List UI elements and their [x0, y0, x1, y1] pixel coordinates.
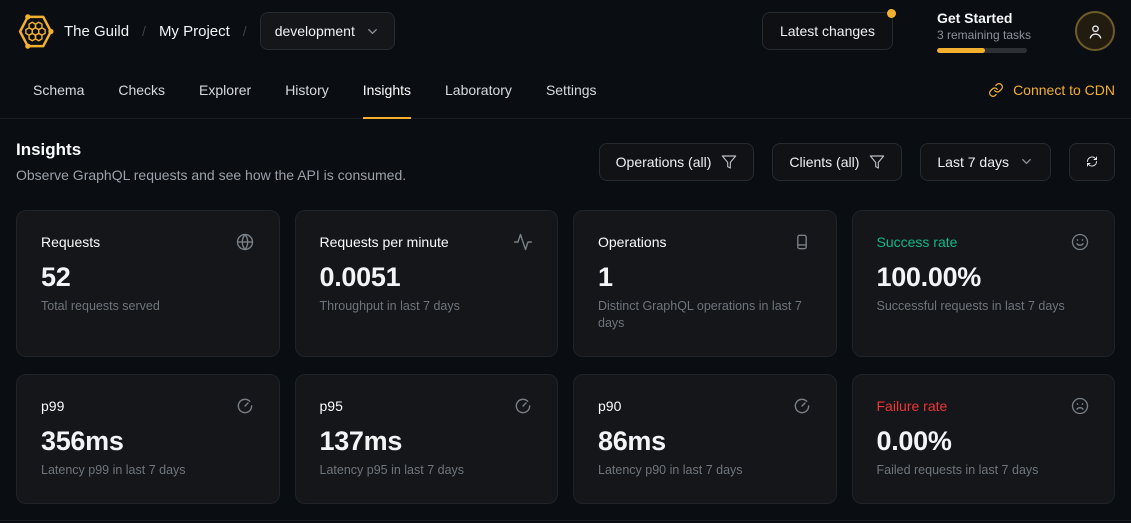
tab-insights[interactable]: Insights — [363, 62, 411, 119]
stat-card: Operations 1 Distinct GraphQL operations… — [573, 210, 837, 357]
chevron-down-icon — [1019, 154, 1034, 169]
stat-card-title: p95 — [320, 398, 343, 414]
app-header: The Guild / My Project / development Lat… — [0, 0, 1131, 62]
stat-card-value: 52 — [41, 262, 255, 293]
stat-card-title: p90 — [598, 398, 621, 414]
stat-card-description: Total requests served — [41, 298, 255, 315]
connect-to-cdn-label: Connect to CDN — [1013, 82, 1115, 98]
stat-card-value: 137ms — [320, 426, 534, 457]
stat-card-description: Latency p95 in last 7 days — [320, 462, 534, 479]
hive-logo-icon[interactable] — [16, 12, 54, 50]
operations-filter-label: Operations (all) — [616, 154, 712, 170]
stat-card-description: Distinct GraphQL operations in last 7 da… — [598, 298, 812, 332]
stat-card-title: Requests — [41, 234, 100, 250]
stat-card-title: Success rate — [877, 234, 958, 250]
get-started-progressbar — [937, 48, 1027, 53]
activity-icon — [513, 232, 533, 252]
tabs-list: Schema Checks Explorer History Insights Labor… — [16, 62, 597, 118]
user-avatar[interactable] — [1075, 11, 1115, 51]
period-select-value: Last 7 days — [937, 154, 1009, 170]
period-select[interactable]: Last 7 days — [920, 143, 1051, 181]
breadcrumb-separator: / — [243, 23, 247, 39]
tab-history[interactable]: History — [285, 62, 329, 119]
stat-card: p95 137ms Latency p95 in last 7 days — [295, 374, 559, 504]
chevron-down-icon — [365, 24, 380, 39]
breadcrumb-project[interactable]: My Project — [159, 23, 230, 40]
tab-schema[interactable]: Schema — [33, 62, 84, 119]
operations-filter-button[interactable]: Operations (all) — [599, 143, 755, 181]
header-right: Latest changes Get Started 3 remaining t… — [762, 10, 1115, 53]
stat-card-description: Latency p99 in last 7 days — [41, 462, 255, 479]
stat-card-value: 356ms — [41, 426, 255, 457]
gauge-icon — [792, 396, 812, 416]
stat-card: Requests per minute 0.0051 Throughput in… — [295, 210, 559, 357]
stat-card-description: Latency p90 in last 7 days — [598, 462, 812, 479]
stat-card: Success rate 100.00% Successful requests… — [852, 210, 1116, 357]
stat-card-description: Throughput in last 7 days — [320, 298, 534, 315]
clients-filter-label: Clients (all) — [789, 154, 859, 170]
filter-icon — [869, 154, 885, 170]
link-icon — [988, 82, 1004, 98]
stat-card-value: 0.00% — [877, 426, 1091, 457]
tab-bar: Schema Checks Explorer History Insights Labor… — [0, 62, 1131, 119]
target-select-value: development — [275, 23, 355, 39]
get-started-title: Get Started — [937, 10, 1031, 26]
progress-fill — [937, 48, 985, 53]
user-icon — [1086, 22, 1105, 41]
notification-dot-icon — [887, 9, 896, 18]
stat-card-title: Operations — [598, 234, 666, 250]
page-heading-block: Insights Observe GraphQL requests and se… — [16, 140, 406, 183]
stat-card: p90 86ms Latency p90 in last 7 days — [573, 374, 837, 504]
stat-card-value: 86ms — [598, 426, 812, 457]
clients-filter-button[interactable]: Clients (all) — [772, 143, 902, 181]
stat-card-title: p99 — [41, 398, 64, 414]
stat-card-value: 0.0051 — [320, 262, 534, 293]
insights-page: Insights Observe GraphQL requests and se… — [0, 119, 1131, 504]
filter-icon — [721, 154, 737, 170]
refresh-icon — [1086, 153, 1098, 170]
stats-grid: Requests 52 Total requests served Reques… — [16, 210, 1115, 504]
stat-card: p99 356ms Latency p99 in last 7 days — [16, 374, 280, 504]
tab-checks[interactable]: Checks — [118, 62, 165, 119]
stat-card-title: Requests per minute — [320, 234, 449, 250]
page-subtitle: Observe GraphQL requests and see how the… — [16, 167, 406, 183]
stat-card-description: Successful requests in last 7 days — [877, 298, 1091, 315]
tab-laboratory[interactable]: Laboratory — [445, 62, 512, 119]
stat-card-description: Failed requests in last 7 days — [877, 462, 1091, 479]
frown-icon — [1070, 396, 1090, 416]
gauge-icon — [235, 396, 255, 416]
breadcrumb-org[interactable]: The Guild — [64, 23, 129, 40]
stat-card: Failure rate 0.00% Failed requests in la… — [852, 374, 1116, 504]
breadcrumb-separator: / — [142, 23, 146, 39]
tab-settings[interactable]: Settings — [546, 62, 597, 119]
book-icon — [792, 232, 812, 252]
refresh-button[interactable] — [1069, 143, 1115, 181]
smile-icon — [1070, 232, 1090, 252]
breadcrumb: The Guild / My Project / development — [64, 12, 395, 50]
footer-divider — [0, 520, 1131, 521]
globe-icon — [235, 232, 255, 252]
gauge-icon — [513, 396, 533, 416]
stat-card: Requests 52 Total requests served — [16, 210, 280, 357]
get-started-widget[interactable]: Get Started 3 remaining tasks — [937, 10, 1031, 53]
stat-card-title: Failure rate — [877, 398, 948, 414]
filters-toolbar: Operations (all) Clients (all) Last 7 da… — [599, 143, 1115, 181]
target-select[interactable]: development — [260, 12, 395, 50]
page-title: Insights — [16, 140, 406, 160]
latest-changes-button[interactable]: Latest changes — [762, 12, 893, 50]
stat-card-value: 1 — [598, 262, 812, 293]
stat-card-value: 100.00% — [877, 262, 1091, 293]
tab-explorer[interactable]: Explorer — [199, 62, 251, 119]
connect-to-cdn-link[interactable]: Connect to CDN — [988, 62, 1115, 118]
latest-changes-label: Latest changes — [780, 23, 875, 39]
get-started-subtitle: 3 remaining tasks — [937, 28, 1031, 42]
